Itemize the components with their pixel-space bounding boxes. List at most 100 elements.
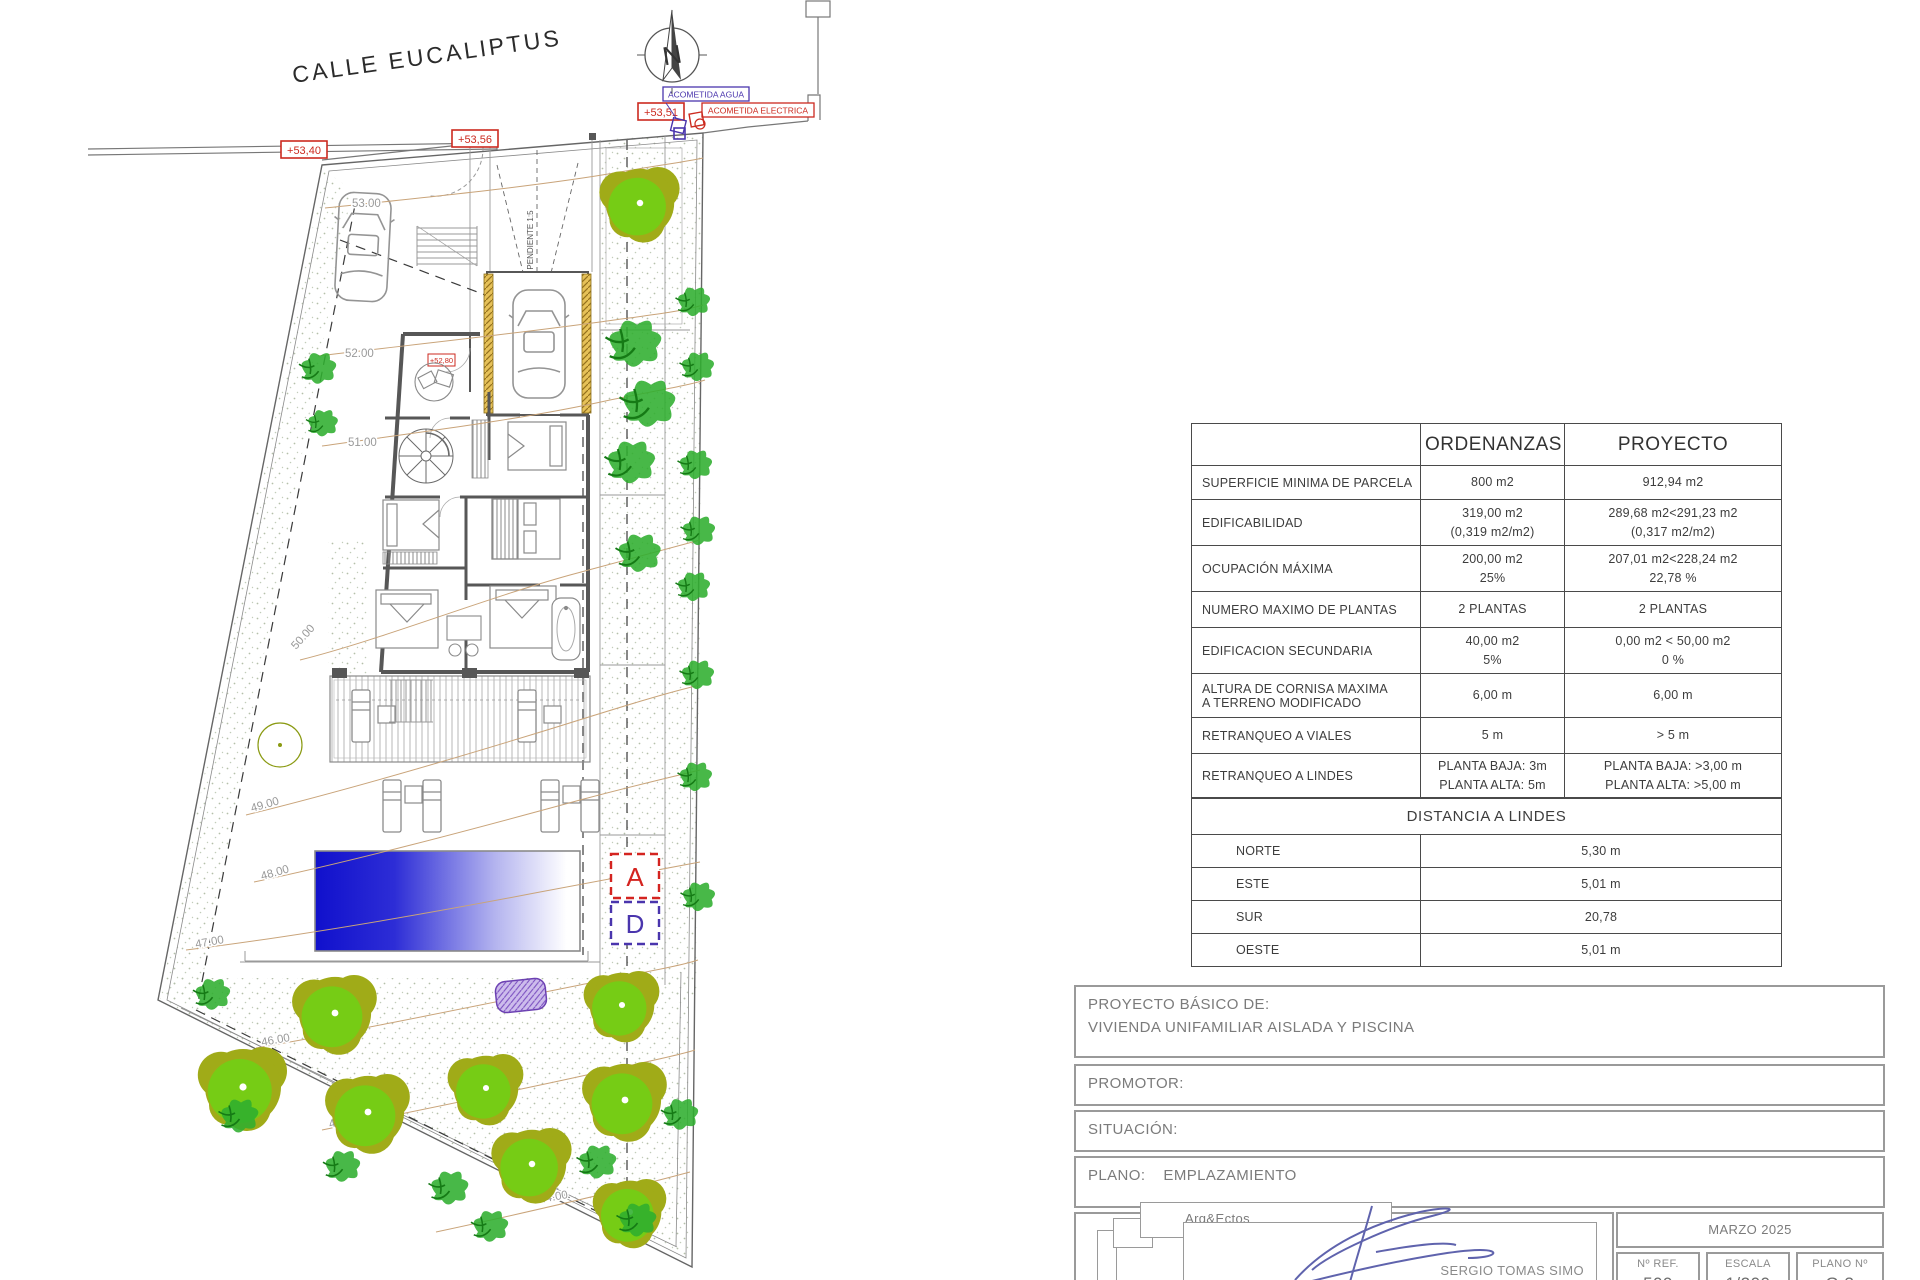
table-row: RETRANQUEO A LINDES PLANTA BAJA: 3mPLANT…	[1192, 754, 1782, 798]
bush	[429, 1172, 469, 1205]
interior-level-label: +52,80	[430, 356, 453, 365]
ref-value: 509	[1618, 1274, 1698, 1280]
elevation-marker: +53,40	[287, 145, 321, 157]
row-label: ESTE	[1192, 868, 1421, 901]
signature-box: SERGIO TOMAS SIMO Arquitecto 8774	[1183, 1222, 1597, 1280]
spiral-stair	[399, 429, 453, 483]
deck	[330, 668, 590, 762]
table-row: EDIFICABILIDAD 319,00 m2(0,319 m2/m2) 28…	[1192, 500, 1782, 546]
svg-text:48.00: 48.00	[260, 863, 291, 882]
sheet-cell: PLANO Nº G.3	[1796, 1252, 1884, 1280]
date-value: MARZO 2025	[1618, 1214, 1882, 1237]
project-box: PROYECTO BÁSICO DE: VIVIENDA UNIFAMILIAR…	[1074, 985, 1885, 1058]
marker-d: D	[611, 902, 659, 944]
situacion-label: SITUACIÓN:	[1076, 1112, 1883, 1147]
promotor-label: PROMOTOR:	[1076, 1066, 1883, 1101]
row-value: 5,30 m	[1421, 835, 1782, 868]
svg-text:52.00: 52.00	[345, 348, 374, 360]
ref-label: Nº REF.	[1618, 1254, 1698, 1270]
scale-cell: ESCALA 1/200	[1706, 1252, 1790, 1280]
col-proyecto: PROYECTO	[1565, 424, 1782, 466]
distancia-title: DISTANCIA A LINDES	[1192, 799, 1782, 835]
acometida-electrica-label: ACOMETIDA ELECTRICA	[708, 106, 808, 116]
acometida-agua-label: ACOMETIDA AGUA	[668, 90, 744, 100]
row-label: RETRANQUEO A LINDES	[1202, 769, 1416, 783]
bush	[471, 1211, 508, 1242]
bush	[323, 1151, 360, 1182]
project-name: VIVIENDA UNIFAMILIAR AISLADA Y PISCINA	[1076, 1013, 1883, 1045]
svg-text:50.00: 50.00	[289, 623, 317, 652]
row-label: RETRANQUEO A VIALES	[1202, 729, 1416, 743]
row-label: EDIFICABILIDAD	[1202, 516, 1416, 530]
north-letter: N	[660, 39, 684, 72]
distancia-table: DISTANCIA A LINDES NORTE 5,30 m ESTE 5,0…	[1191, 798, 1782, 967]
street-label: CALLE EUCALIPTUS	[291, 24, 564, 88]
empty-header	[1192, 424, 1421, 466]
promotor-box: PROMOTOR:	[1074, 1064, 1885, 1106]
row-label: NORTE	[1192, 835, 1421, 868]
svg-text:53.00: 53.00	[352, 198, 381, 210]
bathtub	[552, 598, 580, 660]
table-header-row: ORDENANZAS PROYECTO	[1192, 424, 1782, 466]
house-plan: +52,80	[330, 192, 591, 722]
table-row: ALTURA DE CORNISA MAXIMAA TERRENO MODIFI…	[1192, 674, 1782, 718]
site-plan: PENDIENTE 1:5	[0, 0, 960, 1280]
row-label: ALTURA DE CORNISA MAXIMA	[1202, 682, 1416, 696]
architect-name: SERGIO TOMAS SIMO	[1440, 1263, 1584, 1278]
scale-label: ESCALA	[1708, 1254, 1788, 1270]
row-value: 5,01 m	[1421, 934, 1782, 967]
desk	[447, 616, 481, 656]
ramp-label: PENDIENTE 1:5	[526, 210, 535, 270]
row-label: SUR	[1192, 901, 1421, 934]
svg-text:D: D	[626, 909, 645, 939]
row-label: EDIFICACION SECUNDARIA	[1202, 644, 1416, 658]
bed	[492, 499, 560, 559]
sheet-value: G.3	[1798, 1274, 1882, 1280]
table-row: SUPERFICIE MINIMA DE PARCELA 800 m2 912,…	[1192, 466, 1782, 500]
table-row: OCUPACIÓN MÁXIMA 200,00 m225% 207,01 m2<…	[1192, 546, 1782, 592]
pool	[245, 851, 588, 961]
svg-text:49.00: 49.00	[250, 795, 281, 814]
table-row: RETRANQUEO A VIALES 5 m > 5 m	[1192, 718, 1782, 754]
bed	[490, 586, 556, 648]
bush	[306, 410, 338, 436]
purple-element	[494, 977, 547, 1013]
row-label: SUPERFICIE MINIMA DE PARCELA	[1202, 476, 1416, 490]
bed	[376, 590, 438, 648]
row-label: OESTE	[1192, 934, 1421, 967]
tree	[325, 1074, 410, 1154]
elevation-marker: +53,56	[458, 134, 492, 146]
row-label: OCUPACIÓN MÁXIMA	[1202, 562, 1416, 576]
marker-a: A	[611, 854, 659, 898]
garage	[484, 272, 591, 415]
svg-text:51.00: 51.00	[348, 437, 377, 449]
table-row: NORTE 5,30 m	[1192, 835, 1782, 868]
table-header-row: DISTANCIA A LINDES	[1192, 799, 1782, 835]
north-compass: N	[637, 10, 707, 94]
scale-value: 1/200	[1708, 1274, 1788, 1280]
bed	[383, 500, 439, 550]
garden-stairs	[389, 680, 433, 722]
acometidas: ACOMETIDA AGUA ACOMETIDA ELECTRICA	[663, 87, 814, 139]
row-label: NUMERO MAXIMO DE PLANTAS	[1202, 603, 1416, 617]
col-ordenanzas: ORDENANZAS	[1421, 424, 1565, 466]
project-label: PROYECTO BÁSICO DE:	[1076, 987, 1883, 1013]
plan-sheet: PENDIENTE 1:5	[0, 0, 1920, 1280]
bed	[508, 422, 566, 470]
table-row: EDIFICACION SECUNDARIA 40,00 m25% 0,00 m…	[1192, 628, 1782, 674]
plano-value: EMPLAZAMIENTO	[1163, 1167, 1296, 1184]
table-row: OESTE 5,01 m	[1192, 934, 1782, 967]
date-box: MARZO 2025	[1616, 1212, 1884, 1248]
situacion-box: SITUACIÓN:	[1074, 1110, 1885, 1152]
round-table	[415, 363, 453, 401]
row-value: 5,01 m	[1421, 868, 1782, 901]
table-row: NUMERO MAXIMO DE PLANTAS 2 PLANTAS 2 PLA…	[1192, 592, 1782, 628]
ordenanzas-table: ORDENANZAS PROYECTO SUPERFICIE MINIMA DE…	[1191, 423, 1782, 798]
table-row: ESTE 5,01 m	[1192, 868, 1782, 901]
ref-cell: Nº REF. 509	[1616, 1252, 1700, 1280]
sheet-label: PLANO Nº	[1798, 1254, 1882, 1270]
plano-label: PLANO:	[1088, 1167, 1145, 1184]
entry-stairs	[417, 226, 477, 266]
svg-text:A: A	[626, 862, 644, 892]
table-row: SUR 20,78	[1192, 901, 1782, 934]
